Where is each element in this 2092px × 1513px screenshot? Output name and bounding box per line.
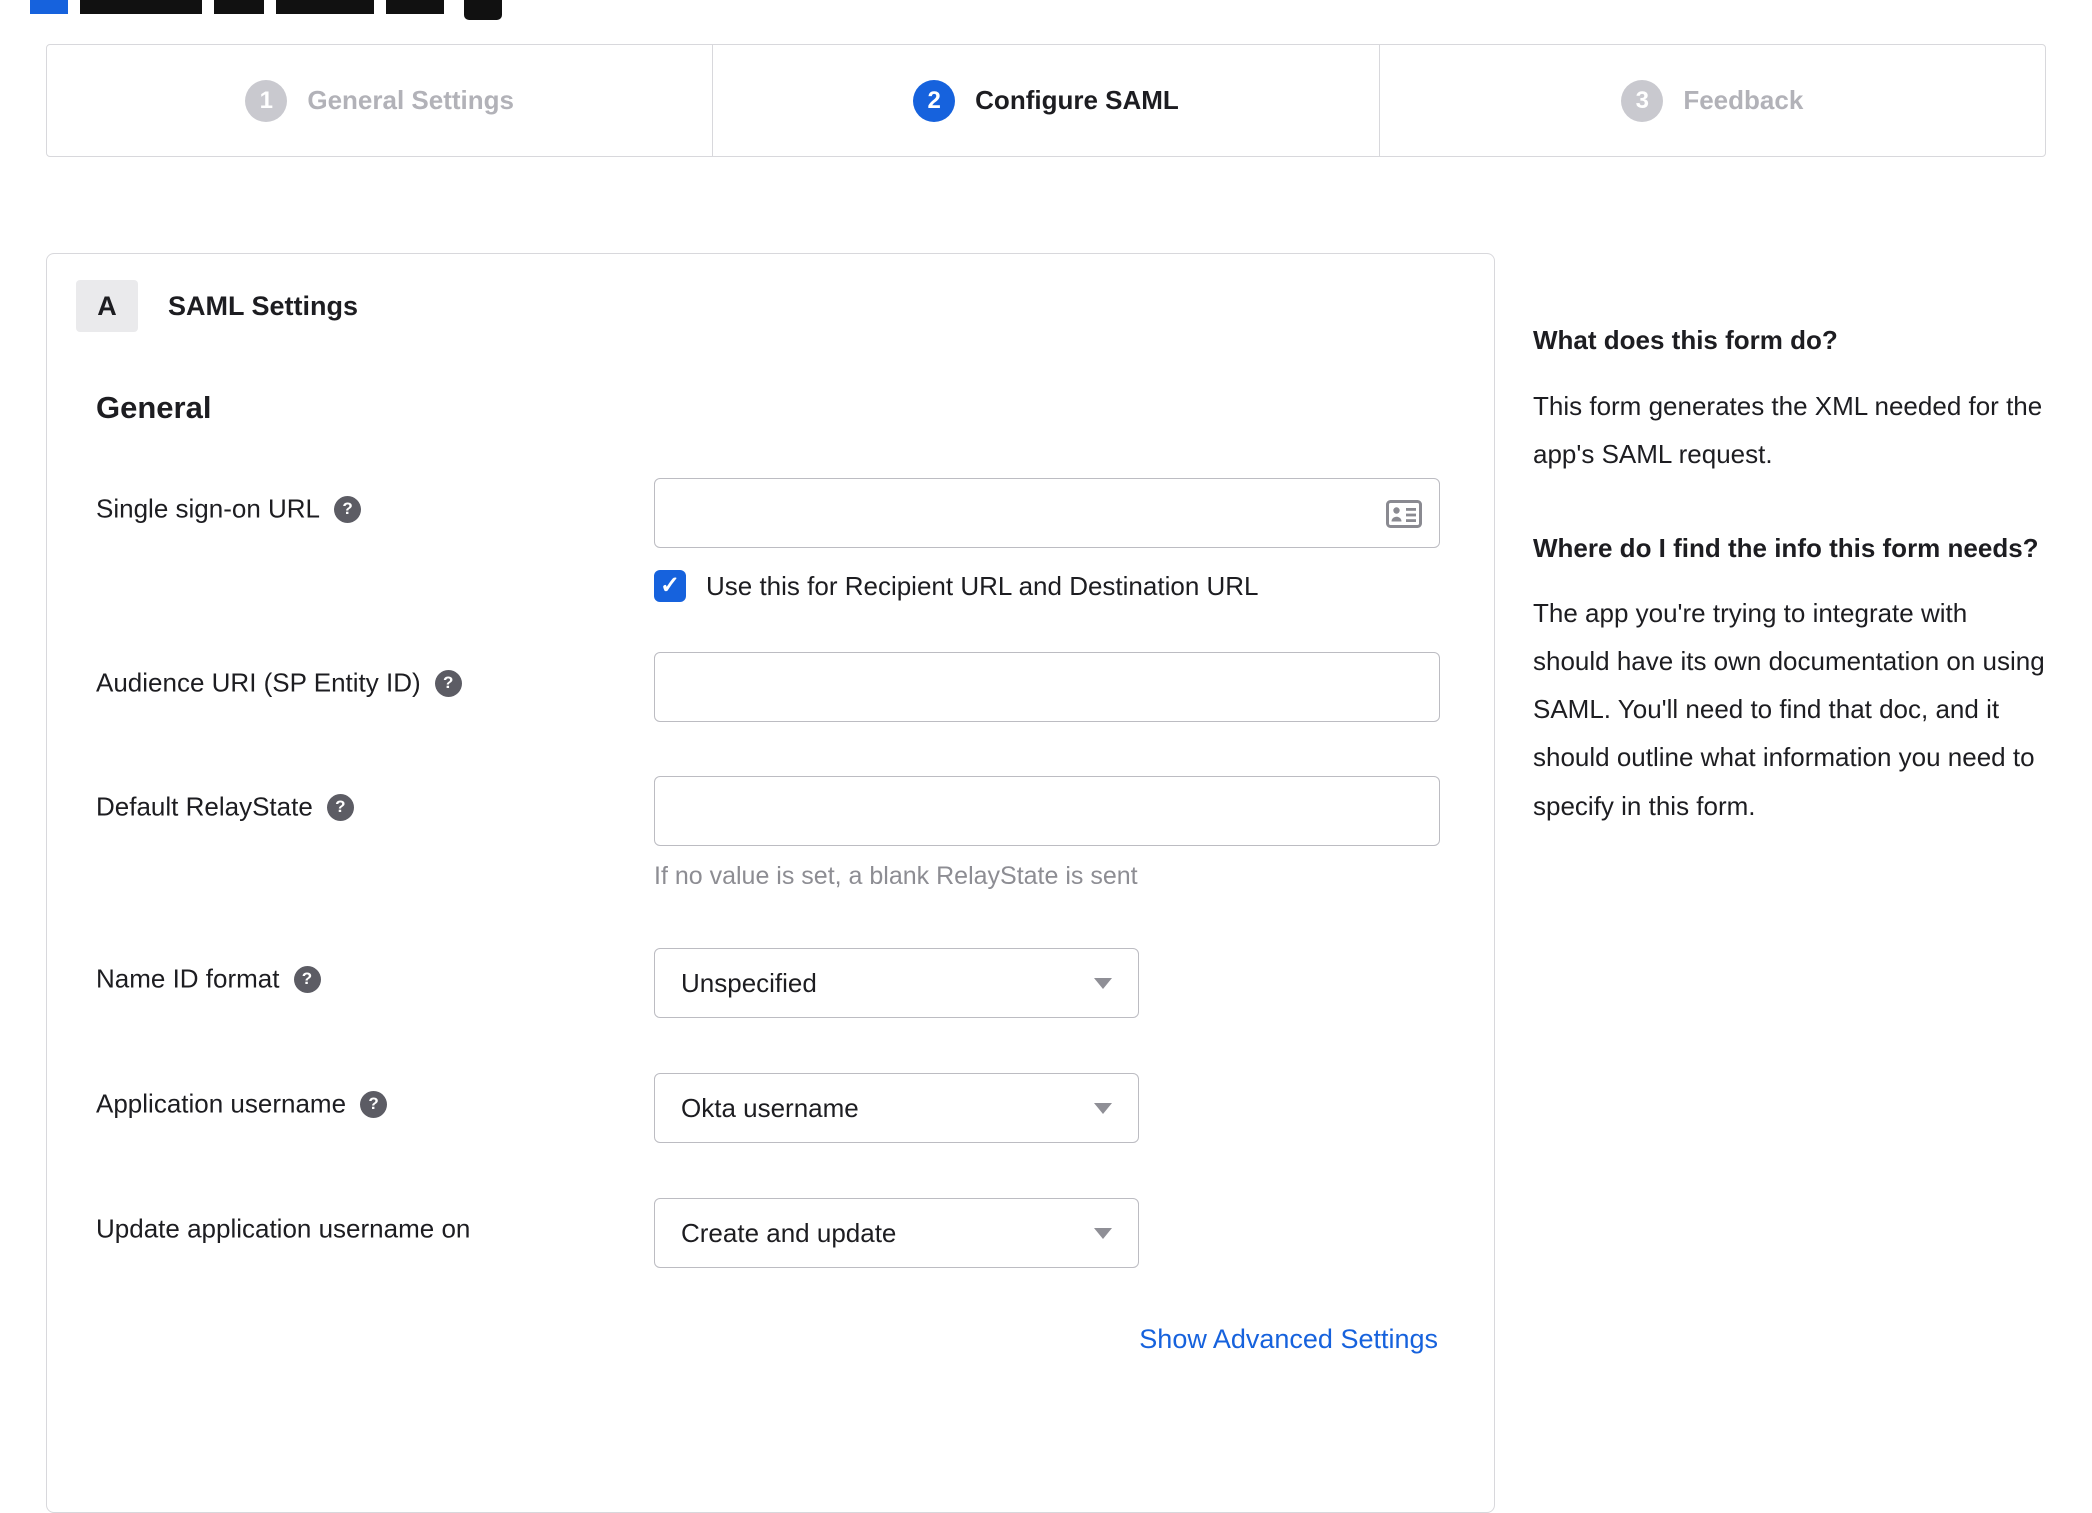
step-label: General Settings [307,85,514,115]
settings-icon [464,0,502,20]
recipient-url-checkbox-label: Use this for Recipient URL and Destinati… [706,570,1259,601]
cropped-title-fragment [386,0,444,14]
group-title-general: General [96,390,212,425]
section-title: SAML Settings [168,290,359,321]
help-answer-1: This form generates the XML needed for t… [1533,390,2043,469]
relaystate-hint: If no value is set, a blank RelayState i… [654,862,1138,890]
cropped-page-title [30,0,502,20]
panel-header: A SAML Settings [76,280,1438,332]
cropped-logo-fragment [30,0,68,14]
form-row-audience: Audience URI (SP Entity ID)? [96,652,1440,722]
chevron-down-icon [1094,1102,1112,1114]
help-icon[interactable]: ? [334,495,362,523]
contact-card-icon[interactable] [1386,500,1422,528]
step-number-badge: 1 [245,79,288,122]
help-sidebar: What does this form do? This form genera… [1533,318,2049,830]
help-icon[interactable]: ? [434,669,462,697]
wizard-stepper: 1 General Settings 2 Configure SAML 3 Fe… [46,44,2046,157]
help-icon[interactable]: ? [293,965,321,993]
help-icon[interactable]: ? [360,1090,388,1118]
form-row-appusername: Application username? Okta username [96,1073,1438,1143]
step-number-badge: 2 [913,79,956,122]
update-username-select[interactable]: Create and update [654,1198,1139,1268]
cropped-title-fragment [214,0,264,14]
section-badge-a: A [76,280,138,332]
cropped-title-fragment [276,0,374,14]
field-label-update-username: Update application username on [96,1213,471,1244]
chevron-down-icon [1094,977,1112,989]
field-label-audience: Audience URI (SP Entity ID)? [96,652,654,722]
form-row-nameid: Name ID format? Unspecified [96,948,1438,1018]
update-username-value: Create and update [681,1217,897,1248]
sso-url-input[interactable] [654,478,1440,548]
field-label-relaystate: Default RelayState? [96,776,654,891]
audience-uri-input[interactable] [654,652,1440,722]
step-general-settings[interactable]: 1 General Settings [47,45,712,156]
step-label: Feedback [1683,85,1804,115]
step-number-badge: 3 [1621,79,1664,122]
cropped-title-fragment [80,0,202,14]
nameid-format-value: Unspecified [681,967,817,998]
field-label-sso: Single sign-on URL? [96,478,654,602]
chevron-down-icon [1094,1227,1112,1239]
field-label-nameid: Name ID format? [96,948,654,1018]
advanced-settings-row: Show Advanced Settings [96,1324,1438,1355]
app-username-select[interactable]: Okta username [654,1073,1139,1143]
nameid-format-select[interactable]: Unspecified [654,948,1139,1018]
step-feedback[interactable]: 3 Feedback [1378,45,2045,156]
app-username-value: Okta username [681,1092,859,1123]
form-row-update-username: Update application username on Create an… [96,1198,1438,1268]
help-question-1: What does this form do? [1533,325,1838,355]
step-configure-saml[interactable]: 2 Configure SAML [712,45,1378,156]
show-advanced-settings-link[interactable]: Show Advanced Settings [1139,1324,1438,1354]
field-label-appusername: Application username? [96,1073,654,1143]
saml-settings-panel: A SAML Settings General Single sign-on U… [46,253,1495,1513]
form-row-relaystate: Default RelayState? If no value is set, … [96,776,1440,891]
relaystate-input[interactable] [654,776,1440,846]
recipient-url-checkbox-row: Use this for Recipient URL and Destinati… [654,570,1440,602]
step-label: Configure SAML [975,85,1179,115]
help-icon[interactable]: ? [326,793,354,821]
help-question-2: Where do I find the info this form needs… [1533,532,2039,563]
recipient-url-checkbox[interactable] [654,570,686,602]
form-row-sso: Single sign-on URL? Use t [96,478,1440,602]
help-answer-2: The app you're trying to integrate with … [1533,598,2045,821]
